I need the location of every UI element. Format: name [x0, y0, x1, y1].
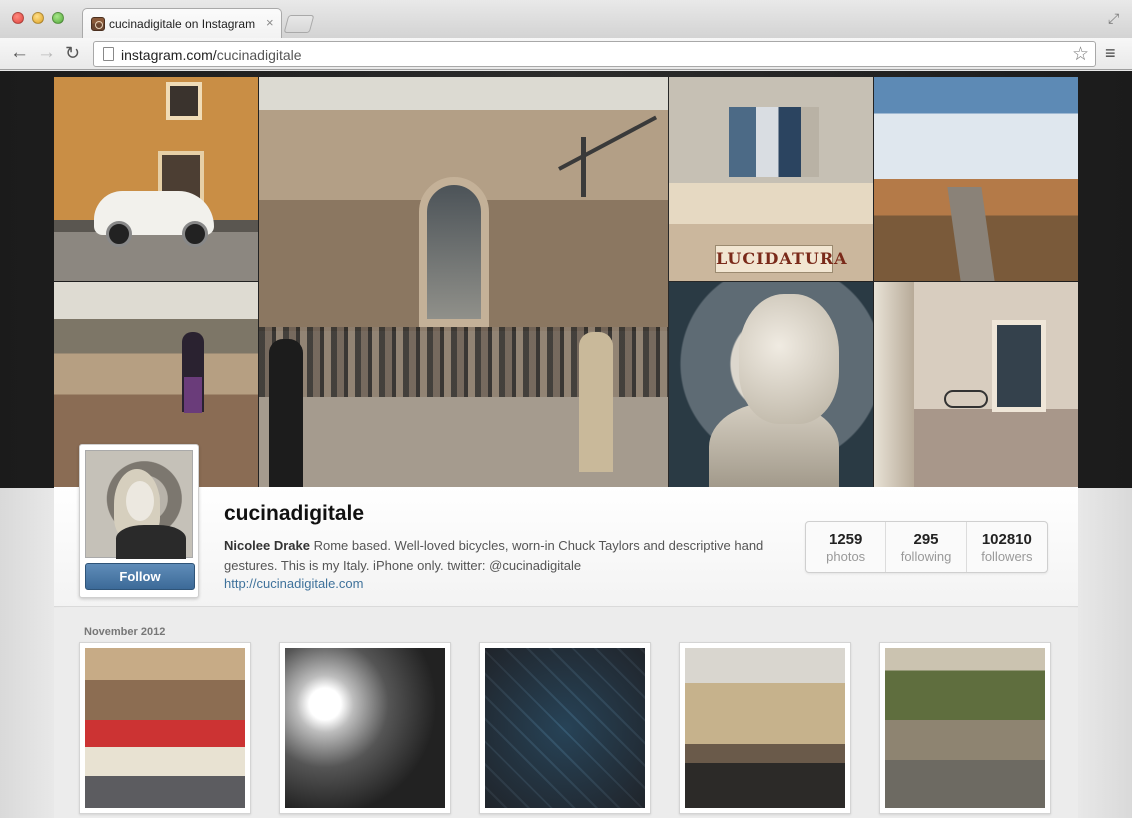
profile-stats: 1259 photos 295 following 102810 followe… — [805, 521, 1048, 573]
photo-detail — [947, 187, 995, 281]
photo-detail — [166, 82, 202, 120]
tab-close-icon[interactable]: × — [266, 15, 274, 30]
photo-detail — [126, 481, 154, 521]
new-tab-button[interactable] — [283, 15, 315, 33]
photo-feed: November 2012 — [54, 608, 1078, 818]
url-host: instagram.com/ — [121, 47, 217, 63]
stat-photos[interactable]: 1259 photos — [806, 522, 887, 572]
hero-photo-fiat[interactable] — [54, 77, 258, 281]
feed-photo[interactable] — [479, 642, 651, 814]
hero-photo-galleria[interactable] — [259, 77, 668, 487]
photo-detail — [581, 137, 586, 197]
hero-photo-door[interactable] — [874, 282, 1078, 487]
stat-value: 1259 — [828, 531, 863, 548]
stat-label: following — [900, 549, 952, 564]
feed-photo-image — [885, 648, 1045, 808]
hero-photo-grid: LUCIDATURA — [54, 77, 1078, 487]
photo-detail — [579, 332, 613, 472]
photo-detail — [184, 377, 202, 413]
tab-title: cucinadigitale on Instagram — [109, 17, 256, 31]
feed-month-heading: November 2012 — [84, 626, 166, 638]
bookmark-star-icon[interactable]: ☆ — [1072, 43, 1089, 66]
photo-detail — [419, 177, 489, 327]
stat-value: 295 — [913, 531, 939, 548]
page-icon — [103, 47, 114, 61]
photo-detail — [739, 294, 839, 424]
stat-followers[interactable]: 102810 followers — [967, 522, 1047, 572]
close-window-button[interactable] — [12, 12, 24, 24]
feed-photo-image — [85, 648, 245, 808]
photo-detail — [116, 525, 186, 559]
stat-label: followers — [981, 549, 1033, 564]
feed-photo-image — [285, 648, 445, 808]
photo-detail — [729, 107, 819, 177]
photo-detail — [558, 115, 658, 171]
address-bar[interactable]: instagram.com/cucinadigitale ☆ — [93, 41, 1096, 67]
profile-header: Follow cucinadigitale Nicolee Drake Rome… — [54, 444, 1078, 607]
browser-tab[interactable]: cucinadigitale on Instagram × — [82, 8, 282, 38]
stat-label: photos — [826, 549, 866, 564]
browser-toolbar: ← → ↻ instagram.com/cucinadigitale ☆ ≡ — [0, 38, 1132, 70]
profile-full-name: Nicolee Drake — [224, 538, 310, 553]
photo-detail — [992, 320, 1046, 412]
zoom-window-button[interactable] — [52, 12, 64, 24]
back-arrow-icon[interactable]: ← — [10, 43, 29, 63]
minimize-window-button[interactable] — [32, 12, 44, 24]
feed-photo[interactable] — [79, 642, 251, 814]
forward-arrow-icon[interactable]: → — [37, 43, 56, 63]
url-path: cucinadigitale — [216, 47, 302, 63]
instagram-profile-page: LUCIDATURA Follow cucinadigitale Nicolee… — [0, 71, 1132, 818]
browser-menu-icon[interactable]: ≡ — [1105, 44, 1116, 62]
shop-sign: LUCIDATURA — [715, 245, 847, 273]
hero-photo-rome-street[interactable] — [874, 77, 1078, 281]
profile-bio: Nicolee Drake Rome based. Well-loved bic… — [224, 536, 784, 576]
photo-detail — [944, 390, 988, 408]
feed-photo-image — [485, 648, 645, 808]
hero-photo-laundry[interactable]: LUCIDATURA — [669, 77, 873, 281]
avatar-frame: Follow — [79, 444, 199, 598]
follow-button[interactable]: Follow — [85, 563, 195, 590]
avatar[interactable] — [85, 450, 193, 559]
profile-website-link[interactable]: http://cucinadigitale.com — [224, 576, 363, 591]
feed-photo-image — [685, 648, 845, 808]
photo-detail — [874, 282, 914, 487]
feed-photo[interactable] — [679, 642, 851, 814]
browser-titlebar: cucinadigitale on Instagram × ⤢ — [0, 0, 1132, 38]
stat-following[interactable]: 295 following — [886, 522, 967, 572]
feed-photo[interactable] — [279, 642, 451, 814]
fullscreen-icon[interactable]: ⤢ — [1108, 10, 1119, 27]
photo-detail — [269, 339, 303, 487]
instagram-favicon-icon — [91, 17, 105, 31]
url-text: instagram.com/cucinadigitale — [121, 47, 302, 63]
reload-icon[interactable]: ↻ — [65, 43, 80, 63]
hero-photo-statue[interactable] — [669, 282, 873, 487]
feed-photo[interactable] — [879, 642, 1051, 814]
profile-username: cucinadigitale — [224, 502, 365, 525]
stat-value: 102810 — [981, 531, 1032, 548]
photo-detail — [94, 191, 214, 247]
